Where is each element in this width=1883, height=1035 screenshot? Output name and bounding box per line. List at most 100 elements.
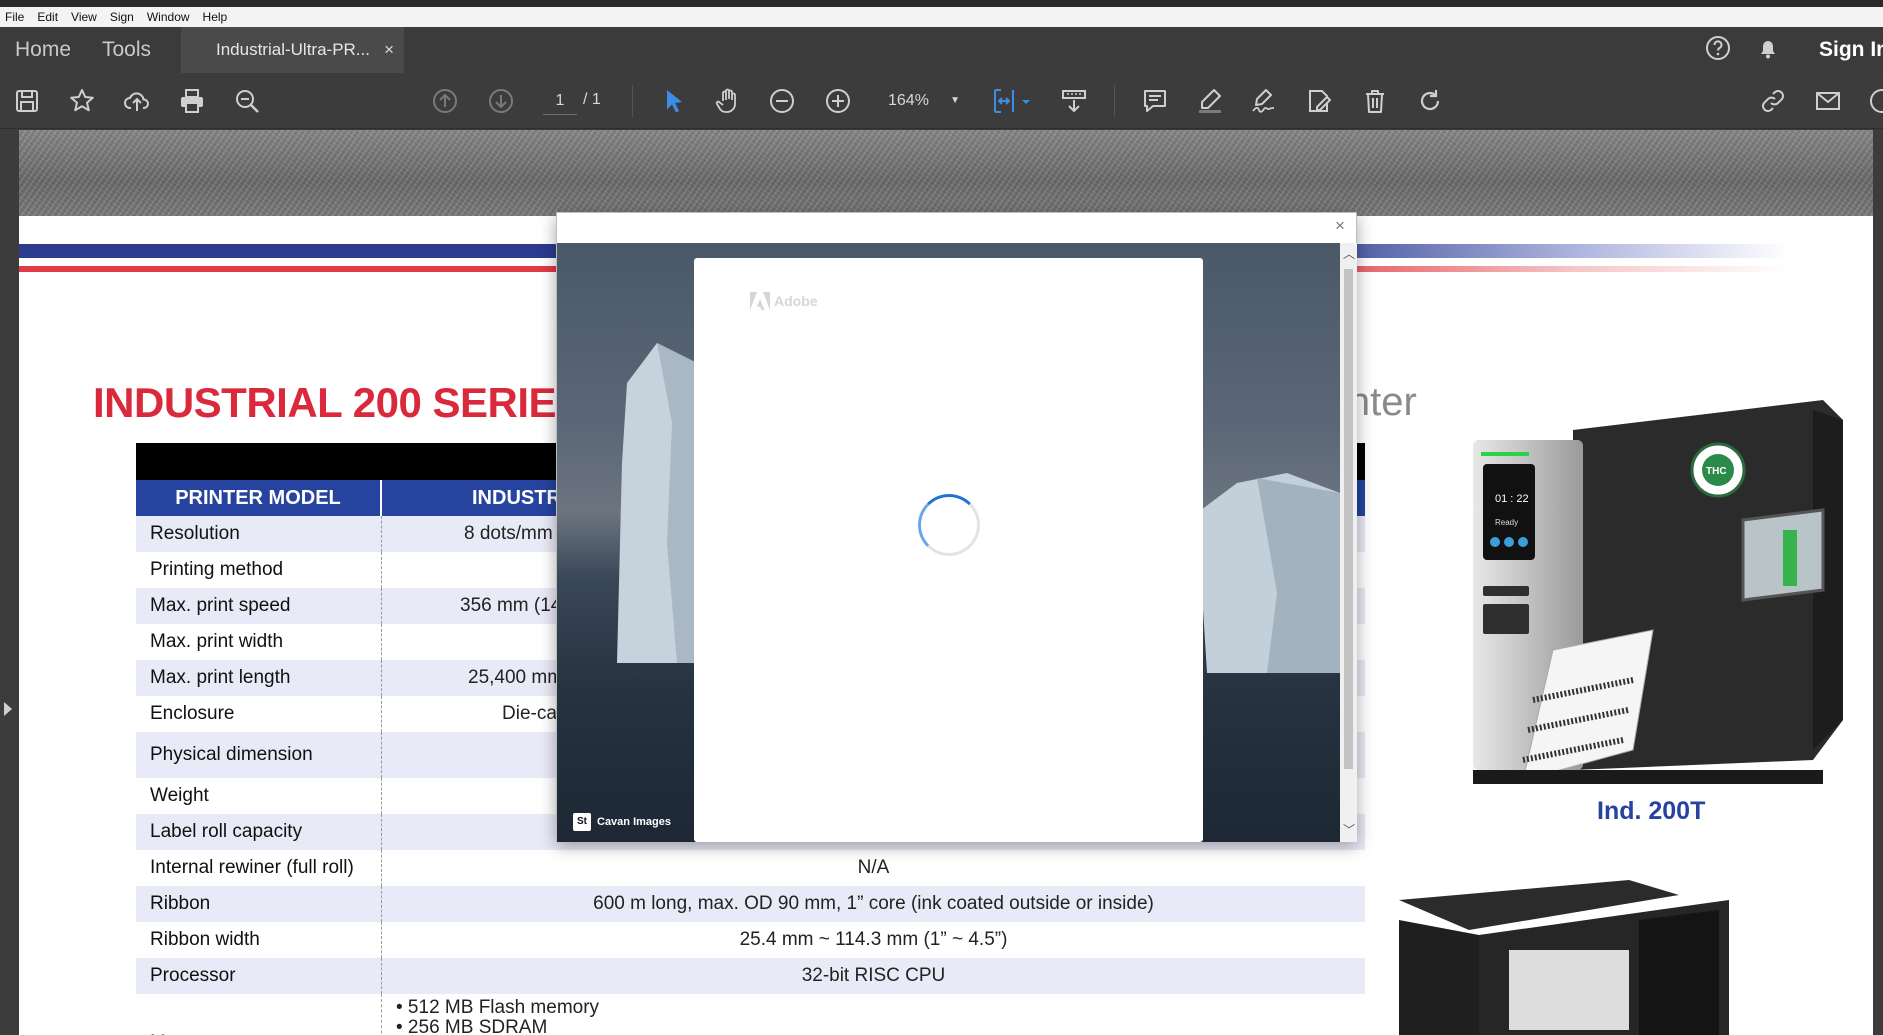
row-label: Resolution xyxy=(136,516,382,552)
comment-icon[interactable] xyxy=(1141,87,1169,115)
delete-trash-icon[interactable] xyxy=(1361,87,1389,115)
tab-bar: Home Tools Industrial-Ultra-PR... × Sign… xyxy=(0,27,1883,73)
fill-sign-icon[interactable] xyxy=(1305,87,1333,115)
main-toolbar: / 1 164% ▼ xyxy=(0,73,1883,129)
zoom-in-icon[interactable] xyxy=(824,87,852,115)
scroll-down-icon[interactable]: ﹀ xyxy=(1343,821,1355,838)
star-icon[interactable] xyxy=(68,87,96,115)
dialog-scrollbar[interactable]: ︿ ﹀ xyxy=(1340,243,1357,842)
iceberg-right-image xyxy=(1197,473,1340,673)
right-panel-gutter xyxy=(1873,130,1883,1035)
next-page-icon[interactable] xyxy=(487,87,515,115)
dialog-background-image: Adobe St Cavan Images xyxy=(557,243,1340,842)
window-top-strip xyxy=(0,0,1883,7)
notification-bell-icon[interactable] xyxy=(1755,35,1781,66)
tab-tools[interactable]: Tools xyxy=(102,27,151,73)
menu-window[interactable]: Window xyxy=(147,10,190,24)
menu-help[interactable]: Help xyxy=(203,10,228,24)
row-label: Max. print length xyxy=(136,660,382,696)
loading-dialog: × Adobe St Cavan Images ︿ ﹀ xyxy=(556,212,1357,842)
adobe-logo: Adobe xyxy=(750,292,818,310)
loading-card: Adobe xyxy=(694,258,1203,842)
menu-file[interactable]: File xyxy=(5,10,24,24)
memory-item: • 512 MB Flash memory xyxy=(396,997,600,1018)
zoom-level-value: 164% xyxy=(888,92,929,109)
table-row: Processor 32-bit RISC CPU xyxy=(136,958,1365,994)
page-number-input[interactable] xyxy=(543,87,577,115)
printer-product-image: 01 : 22 Ready THC xyxy=(1473,400,1843,784)
row-label: Weight xyxy=(136,778,382,814)
stock-badge-icon: St xyxy=(573,813,591,831)
toolbar-divider xyxy=(632,85,633,117)
hand-tool-icon[interactable] xyxy=(714,87,742,115)
row-label: Memory xyxy=(136,994,382,1035)
row-value: 32-bit RISC CPU xyxy=(801,965,946,986)
menu-bar: File Edit View Sign Window Help xyxy=(0,7,1883,27)
row-label: Printing method xyxy=(136,552,382,588)
menu-view[interactable]: View xyxy=(71,10,97,24)
previous-page-icon[interactable] xyxy=(431,87,459,115)
search-zoom-icon[interactable] xyxy=(233,87,261,115)
draw-signature-icon[interactable] xyxy=(1250,87,1278,115)
brushed-metal-header-band xyxy=(19,130,1873,216)
scroll-mode-icon[interactable] xyxy=(1060,87,1088,115)
printer-caption: Ind. 200T xyxy=(1597,797,1706,825)
row-label: Ribbon width xyxy=(136,922,382,958)
row-label: Processor xyxy=(136,958,382,994)
dialog-close-icon[interactable]: × xyxy=(1330,216,1350,236)
loading-spinner xyxy=(918,494,980,556)
printer-open-lid-image xyxy=(1399,880,1729,1035)
highlight-pen-icon[interactable] xyxy=(1196,87,1224,115)
row-label: Physical dimension xyxy=(136,732,382,778)
memory-list: • 512 MB Flash memory • 256 MB SDRAM xyxy=(382,994,599,1035)
table-row: Ribbon width 25.4 mm ~ 114.3 mm (1” ~ 4.… xyxy=(136,922,1365,958)
menu-sign[interactable]: Sign xyxy=(110,10,134,24)
scroll-up-icon[interactable]: ︿ xyxy=(1343,245,1355,262)
menu-edit[interactable]: Edit xyxy=(37,10,58,24)
row-value: • 512 MB Flash memory • 256 MB SDRAM xyxy=(382,994,1365,1035)
adobe-logo-text: Adobe xyxy=(774,293,818,309)
row-label: Max. print width xyxy=(136,624,382,660)
row-label: Internal rewiner (full roll) xyxy=(136,850,382,886)
image-attribution: St Cavan Images xyxy=(573,813,671,831)
memory-item: • 256 MB SDRAM xyxy=(396,1017,548,1035)
page-total-label: / 1 xyxy=(583,91,601,108)
row-value: 25.4 mm ~ 114.3 mm (1” ~ 4.5”) xyxy=(739,929,1008,950)
account-icon[interactable] xyxy=(1868,87,1883,115)
select-arrow-icon[interactable] xyxy=(660,87,688,115)
tab-close-icon[interactable]: × xyxy=(384,27,394,73)
cloud-upload-icon[interactable] xyxy=(123,87,151,115)
tab-document-label: Industrial-Ultra-PR... xyxy=(216,40,370,59)
row-label: Label roll capacity xyxy=(136,814,382,850)
sign-in-button[interactable]: Sign In xyxy=(1819,27,1883,73)
rotate-icon[interactable] xyxy=(1416,87,1444,115)
printer-screen-time: 01 : 22 xyxy=(1495,493,1529,505)
zoom-out-icon[interactable] xyxy=(768,87,796,115)
header-printer-model: PRINTER MODEL xyxy=(136,480,382,516)
attribution-text: Cavan Images xyxy=(597,816,671,828)
page-fit-chevron-down-icon[interactable] xyxy=(1020,87,1032,115)
zoom-level-dropdown[interactable]: 164% ▼ xyxy=(878,87,964,115)
adobe-logo-icon xyxy=(750,292,770,310)
row-label: Ribbon xyxy=(136,886,382,922)
email-icon[interactable] xyxy=(1814,87,1842,115)
left-panel-gutter xyxy=(0,130,19,1035)
table-row: Memory • 512 MB Flash memory • 256 MB SD… xyxy=(136,994,1365,1035)
table-row: Ribbon 600 m long, max. OD 90 mm, 1” cor… xyxy=(136,886,1365,922)
series-title: INDUSTRIAL 200 SERIES xyxy=(93,379,584,426)
row-value: 600 m long, max. OD 90 mm, 1” core (ink … xyxy=(593,893,1154,914)
page-fit-icon[interactable] xyxy=(990,87,1018,115)
save-icon[interactable] xyxy=(13,87,41,115)
scrollbar-thumb[interactable] xyxy=(1344,269,1353,769)
help-icon[interactable] xyxy=(1705,35,1731,66)
share-link-icon[interactable] xyxy=(1759,87,1787,115)
row-label: Max. print speed xyxy=(136,588,382,624)
tab-home[interactable]: Home xyxy=(15,27,71,73)
row-label: Enclosure xyxy=(136,696,382,732)
tab-document[interactable]: Industrial-Ultra-PR... × xyxy=(181,27,404,73)
printer-screen-status: Ready xyxy=(1495,518,1518,527)
row-value: N/A xyxy=(857,857,890,878)
print-icon[interactable] xyxy=(178,87,206,115)
toolbar-divider xyxy=(1114,85,1115,117)
expand-left-panel-icon[interactable] xyxy=(4,702,12,716)
